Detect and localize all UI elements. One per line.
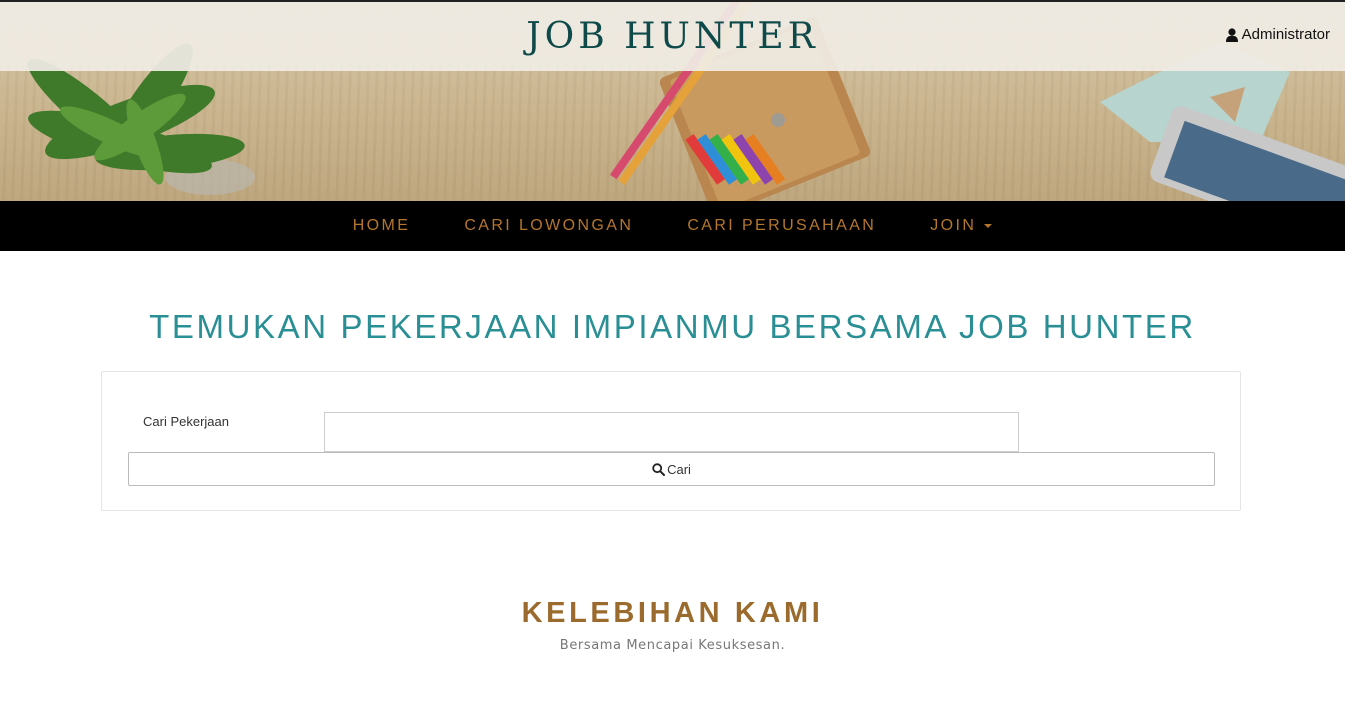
user-icon bbox=[1225, 27, 1238, 42]
search-label: Cari Pekerjaan bbox=[143, 414, 229, 429]
brand-logo[interactable]: JOB HUNTER bbox=[0, 16, 1345, 57]
page-headline: TEMUKAN PEKERJAAN IMPIANMU BERSAMA JOB H… bbox=[149, 308, 1196, 345]
main-navbar: HOME CARI LOWONGAN CARI PERUSAHAAN JOIN bbox=[0, 201, 1345, 251]
nav-cari-lowongan-label: CARI LOWONGAN bbox=[464, 217, 634, 234]
caret-down-icon bbox=[984, 224, 993, 228]
hero-banner: JOB HUNTER Administrator bbox=[0, 0, 1345, 201]
user-name: Administrator bbox=[1241, 26, 1330, 43]
user-menu[interactable]: Administrator bbox=[1225, 26, 1330, 43]
section-title: KELEBIHAN KAMI bbox=[521, 597, 824, 629]
search-button-label: Cari bbox=[667, 461, 691, 477]
nav-join-label: JOIN bbox=[930, 217, 977, 234]
nav-cari-perusahaan-label: CARI PERUSAHAAN bbox=[687, 217, 877, 234]
nav-cari-lowongan[interactable]: CARI LOWONGAN bbox=[437, 217, 660, 235]
nav-cari-perusahaan[interactable]: CARI PERUSAHAAN bbox=[660, 217, 903, 235]
search-input[interactable] bbox=[324, 412, 1019, 452]
nav-join-dropdown[interactable]: JOIN bbox=[903, 217, 1019, 235]
search-icon bbox=[652, 462, 666, 476]
nav-home[interactable]: HOME bbox=[326, 217, 438, 235]
search-button[interactable]: Cari bbox=[128, 452, 1215, 486]
section-subtitle: Bersama Mencapai Kesuksesan. bbox=[559, 638, 786, 653]
search-panel: Cari Pekerjaan Cari bbox=[101, 371, 1241, 511]
nav-home-label: HOME bbox=[352, 217, 411, 234]
